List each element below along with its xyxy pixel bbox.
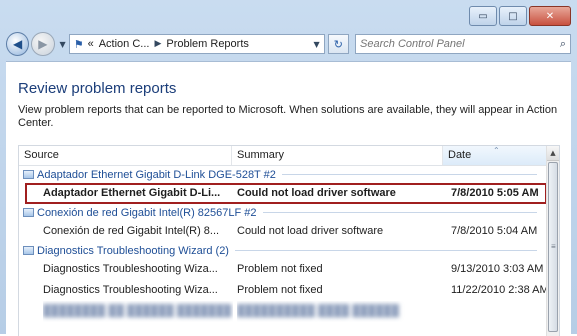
list-rows: Adaptador Ethernet Gigabit D-Link DGE-52… — [19, 166, 547, 322]
breadcrumb-problem-reports[interactable]: Problem Reports — [166, 38, 249, 50]
cell-date: 7/8/2010 5:04 AM — [451, 225, 538, 237]
scroll-grip-icon: ≡ — [551, 242, 556, 251]
column-header-date[interactable]: Date ⌃ — [443, 146, 547, 165]
back-arrow-icon[interactable]: ◀ — [6, 32, 30, 56]
page-description: View problem reports that can be reporte… — [18, 104, 558, 129]
refresh-button[interactable]: ↻ — [327, 34, 350, 54]
scroll-up-arrow-icon[interactable]: ▲ — [547, 146, 559, 161]
cell-date: 7/8/2010 5:05 AM — [451, 187, 539, 199]
cell-source: Adaptador Ethernet Gigabit D-Li... — [43, 187, 221, 199]
table-row[interactable]: Adaptador Ethernet Gigabit D-Li... Could… — [25, 183, 547, 204]
cell-summary: Problem not fixed — [237, 284, 323, 296]
table-row[interactable]: Conexión de red Gigabit Intel(R) 8... Co… — [19, 221, 547, 242]
problem-report-list: Source Summary Date ⌃ Adaptador Ethernet… — [18, 145, 560, 336]
maximize-button[interactable]: □ — [499, 6, 527, 26]
group-divider — [281, 174, 537, 175]
close-button[interactable]: ✕ — [529, 6, 571, 26]
network-adapter-icon — [23, 208, 34, 217]
column-header-date-label: Date — [448, 149, 472, 161]
cell-source: Diagnostics Troubleshooting Wiza... — [43, 284, 218, 296]
group-divider — [262, 212, 537, 213]
forward-arrow-icon[interactable]: ▶ — [31, 32, 55, 56]
cell-source-obscured: ████████ ██ ██████ ███████ — [43, 305, 232, 317]
group-divider — [234, 250, 537, 251]
address-bar[interactable]: ⚑ « Action C... ▶ Problem Reports ▼ — [68, 34, 325, 54]
group-title: Adaptador Ethernet Gigabit D-Link DGE-52… — [37, 168, 276, 181]
window-frame: ▭ □ ✕ ◀ ▶ ▼ ⚑ « Action C... ▶ Problem Re… — [0, 0, 577, 336]
column-header-summary[interactable]: Summary — [232, 146, 443, 165]
table-row[interactable]: Diagnostics Troubleshooting Wiza... Prob… — [19, 280, 547, 301]
group-title: Conexión de red Gigabit Intel(R) 82567LF… — [37, 206, 257, 219]
table-row-partially-visible[interactable]: ████████ ██ ██████ ███████ ██████████ ██… — [19, 301, 547, 322]
search-input[interactable] — [360, 38, 551, 50]
scroll-thumb[interactable]: ≡ — [548, 162, 558, 332]
group-header[interactable]: Diagnostics Troubleshooting Wizard (2) — [19, 242, 547, 259]
cell-summary: Could not load driver software — [237, 225, 384, 237]
table-row[interactable]: Diagnostics Troubleshooting Wiza... Prob… — [19, 259, 547, 280]
cell-date: 9/13/2010 3:03 AM — [451, 263, 544, 275]
cell-summary: Could not load driver software — [237, 187, 396, 199]
cell-source: Diagnostics Troubleshooting Wiza... — [43, 263, 218, 275]
group-title: Diagnostics Troubleshooting Wizard (2) — [37, 244, 229, 257]
group-header[interactable]: Adaptador Ethernet Gigabit D-Link DGE-52… — [19, 166, 547, 183]
troubleshooting-wizard-icon — [23, 246, 34, 255]
content-pane: Review problem reports View problem repo… — [6, 61, 571, 336]
list-header: Source Summary Date ⌃ — [19, 146, 547, 166]
breadcrumb-action-center[interactable]: Action C... — [99, 38, 150, 50]
cell-summary: Problem not fixed — [237, 263, 323, 275]
caption-buttons: ▭ □ ✕ — [467, 6, 571, 26]
address-overflow[interactable]: « — [88, 38, 94, 50]
cell-summary-obscured: ██████████ ████ ██████ — [237, 305, 399, 317]
vertical-scrollbar[interactable]: ▲ ≡ — [546, 146, 559, 336]
navigation-bar: ◀ ▶ ▼ ⚑ « Action C... ▶ Problem Reports … — [6, 31, 571, 57]
address-dropdown-icon[interactable]: ▼ — [314, 40, 320, 49]
page-title: Review problem reports — [18, 80, 177, 97]
column-header-source[interactable]: Source — [19, 146, 232, 165]
cell-date: 11/22/2010 2:38 AM — [451, 284, 546, 296]
search-icon[interactable]: ⌕ — [560, 37, 566, 51]
action-center-flag-icon: ⚑ — [73, 37, 84, 51]
search-box[interactable]: ⌕ — [355, 34, 571, 54]
sort-ascending-icon: ⌃ — [493, 146, 500, 155]
refresh-icon: ↻ — [333, 37, 343, 51]
history-dropdown-icon[interactable]: ▼ — [60, 40, 66, 49]
breadcrumb-separator-icon[interactable]: ▶ — [154, 39, 161, 49]
minimize-button[interactable]: ▭ — [469, 6, 497, 26]
group-header[interactable]: Conexión de red Gigabit Intel(R) 82567LF… — [19, 204, 547, 221]
cell-source: Conexión de red Gigabit Intel(R) 8... — [43, 225, 220, 237]
network-adapter-icon — [23, 170, 34, 179]
